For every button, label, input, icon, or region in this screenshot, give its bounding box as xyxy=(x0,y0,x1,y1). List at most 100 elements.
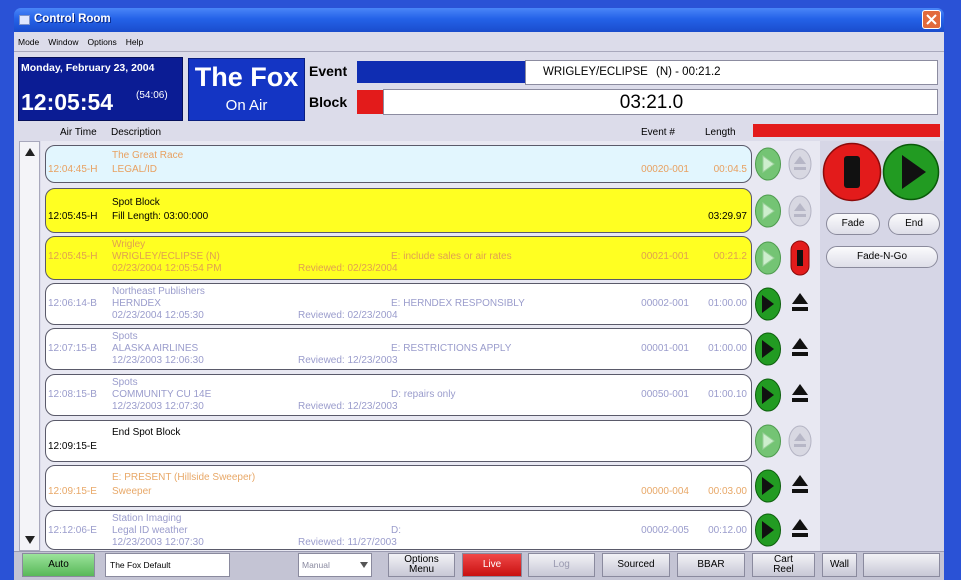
item-note: D: xyxy=(391,525,401,536)
item-event-number: 00000-004 xyxy=(641,486,689,497)
list-item[interactable]: Spot Block 12:05:45-H Fill Length: 03:00:0… xyxy=(45,188,752,233)
list-item[interactable]: The Great Race 12:04:45-H LEGAL/ID 00020-00… xyxy=(45,145,752,183)
item-play-button[interactable] xyxy=(754,241,782,275)
list-item[interactable]: End Spot Block 12:09:15-E xyxy=(45,420,752,462)
end-button[interactable]: End xyxy=(888,213,940,235)
cart-sublabel: Reel xyxy=(773,564,794,575)
item-play-button[interactable] xyxy=(754,378,782,412)
menu-options[interactable]: Options xyxy=(88,35,117,51)
close-icon xyxy=(926,14,937,25)
item-length: 01:00.00 xyxy=(708,298,747,309)
item-eject-button[interactable] xyxy=(787,286,813,322)
item-play-button[interactable] xyxy=(754,424,782,458)
app-icon xyxy=(19,15,30,25)
item-play-button[interactable] xyxy=(754,147,782,181)
stop-button[interactable] xyxy=(822,142,882,202)
item-eject-button[interactable] xyxy=(787,331,813,367)
vertical-scrollbar[interactable] xyxy=(19,141,40,551)
auto-button[interactable]: Auto xyxy=(22,553,95,577)
item-description: LEGAL/ID xyxy=(112,164,158,175)
column-header-description[interactable]: Description xyxy=(111,127,161,138)
live-button[interactable]: Live xyxy=(462,553,522,577)
item-eject-button[interactable] xyxy=(787,377,813,413)
list-item[interactable]: E: PRESENT (Hillside Sweeper) 12:09:15-E S… xyxy=(45,465,752,507)
item-eject-button[interactable] xyxy=(787,193,813,229)
title-bar[interactable]: Control Room xyxy=(14,8,944,32)
options-button[interactable]: Options Menu xyxy=(388,553,455,577)
item-note: D: repairs only xyxy=(391,389,456,400)
current-time: 12:05:54 xyxy=(21,89,114,115)
column-header-length[interactable]: Length xyxy=(705,127,736,138)
item-reviewed: Reviewed: 11/27/2003 xyxy=(298,537,397,548)
mode-dropdown[interactable]: Manual xyxy=(298,553,372,577)
item-event-number: 00001-001 xyxy=(641,343,689,354)
bbar-button[interactable]: BBAR xyxy=(677,553,745,577)
item-note: E: include sales or air rates xyxy=(391,251,512,262)
sourced-button[interactable]: Sourced xyxy=(602,553,670,577)
eject-icon xyxy=(788,195,812,226)
station-name: The Fox xyxy=(194,62,299,92)
item-description: HERNDEX xyxy=(112,298,161,309)
item-reviewed: Reviewed: 12/23/2003 xyxy=(298,401,398,412)
cart-button[interactable]: Cart Reel xyxy=(752,553,815,577)
menu-bar: Mode Window Options Help xyxy=(14,35,944,52)
play-button[interactable] xyxy=(882,142,940,202)
item-category: Northeast Publishers xyxy=(112,286,205,297)
item-event-number: 00002-005 xyxy=(641,525,689,536)
fade-n-go-button[interactable]: Fade-N-Go xyxy=(826,246,938,268)
item-event-number: 00002-001 xyxy=(641,298,689,309)
item-air-time: 12:09:15-E xyxy=(48,441,97,452)
item-eject-button[interactable] xyxy=(787,468,813,504)
close-button[interactable] xyxy=(922,10,941,29)
item-play-button[interactable] xyxy=(754,469,782,503)
item-play-button[interactable] xyxy=(754,287,782,321)
item-length: 01:00.00 xyxy=(708,343,747,354)
item-eject-button[interactable] xyxy=(787,146,813,182)
item-eject-button[interactable] xyxy=(787,512,813,548)
item-stop-button[interactable] xyxy=(787,240,813,276)
list-item[interactable]: Wrigley 12:05:45-H WRIGLEY/ECLIPSE (N) 02/2… xyxy=(45,236,752,280)
column-header-air-time[interactable]: Air Time xyxy=(60,127,97,138)
event-label: Event xyxy=(309,63,348,79)
profile-field[interactable]: The Fox Default xyxy=(105,553,230,577)
block-display: 03:21.0 xyxy=(383,89,938,115)
list-item[interactable]: Spots 12:07:15-B ALASKA AIRLINES 12/23/2003… xyxy=(45,328,752,370)
list-item[interactable]: Station Imaging 12:12:06-E Legal ID weathe… xyxy=(45,510,752,550)
menu-help[interactable]: Help xyxy=(126,35,143,51)
item-length: 01:00.10 xyxy=(708,389,747,400)
item-air-time: 12:05:45-H xyxy=(48,210,98,222)
item-eject-button[interactable] xyxy=(787,423,813,459)
fade-button[interactable]: Fade xyxy=(826,213,880,235)
item-schedule: 12/23/2003 12:07:30 xyxy=(112,537,204,548)
log-button[interactable]: Log xyxy=(528,553,595,577)
item-category: Wrigley xyxy=(112,239,146,250)
menu-mode[interactable]: Mode xyxy=(18,35,39,51)
event-name: WRIGLEY/ECLIPSE xyxy=(543,66,648,78)
eject-icon xyxy=(792,293,808,311)
time-remaining: (54:06) xyxy=(136,90,168,101)
list-item[interactable]: Spots 12:08:15-B COMMUNITY CU 14E 12/23/200… xyxy=(45,374,752,416)
wall-button[interactable]: Wall xyxy=(822,553,857,577)
scroll-down-arrow-icon[interactable] xyxy=(25,536,35,544)
item-schedule: 12/23/2003 12:07:30 xyxy=(112,401,204,412)
item-length: 00:03.00 xyxy=(708,486,747,497)
scroll-up-arrow-icon[interactable] xyxy=(25,148,35,156)
column-header-event-number[interactable]: Event # xyxy=(641,127,675,138)
item-air-time: 12:04:45-H xyxy=(48,164,98,175)
eject-icon xyxy=(788,425,812,457)
item-play-button[interactable] xyxy=(754,194,782,228)
item-category: The Great Race xyxy=(112,150,184,161)
menu-window[interactable]: Window xyxy=(48,35,78,51)
item-air-time: 12:06:14-B xyxy=(48,298,97,309)
blank-button[interactable] xyxy=(863,553,940,577)
event-info: (N) - 00:21.2 xyxy=(656,66,721,78)
status-bar-red xyxy=(753,124,940,137)
stop-icon xyxy=(790,240,810,276)
item-play-button[interactable] xyxy=(754,513,782,547)
current-date: Monday, February 23, 2004 xyxy=(21,62,155,74)
list-item[interactable]: Northeast Publishers 12:06:14-B HERNDEX 02/… xyxy=(45,283,752,325)
play-icon xyxy=(755,194,781,227)
item-play-button[interactable] xyxy=(754,332,782,366)
eject-icon xyxy=(792,519,808,537)
item-length: 00:04.5 xyxy=(713,164,747,175)
